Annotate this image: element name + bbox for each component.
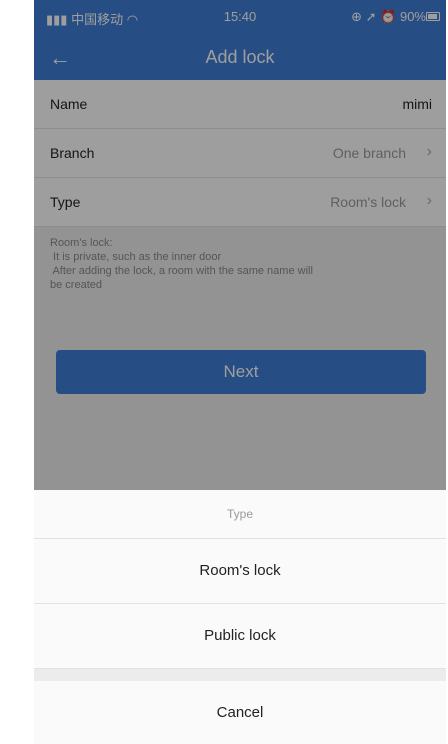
type-action-sheet: Type Room's lock Public lock Cancel — [34, 490, 446, 744]
option-public-lock[interactable]: Public lock — [34, 604, 446, 669]
sheet-title: Type — [34, 490, 446, 539]
cancel-button[interactable]: Cancel — [34, 681, 446, 744]
option-rooms-lock[interactable]: Room's lock — [34, 539, 446, 604]
sheet-divider — [34, 669, 446, 681]
app-screen: ▮▮▮ 中国移动 ◠ 15:40 ⊕ ➚ ⏰ 90% ← Add lock Na… — [34, 0, 446, 744]
